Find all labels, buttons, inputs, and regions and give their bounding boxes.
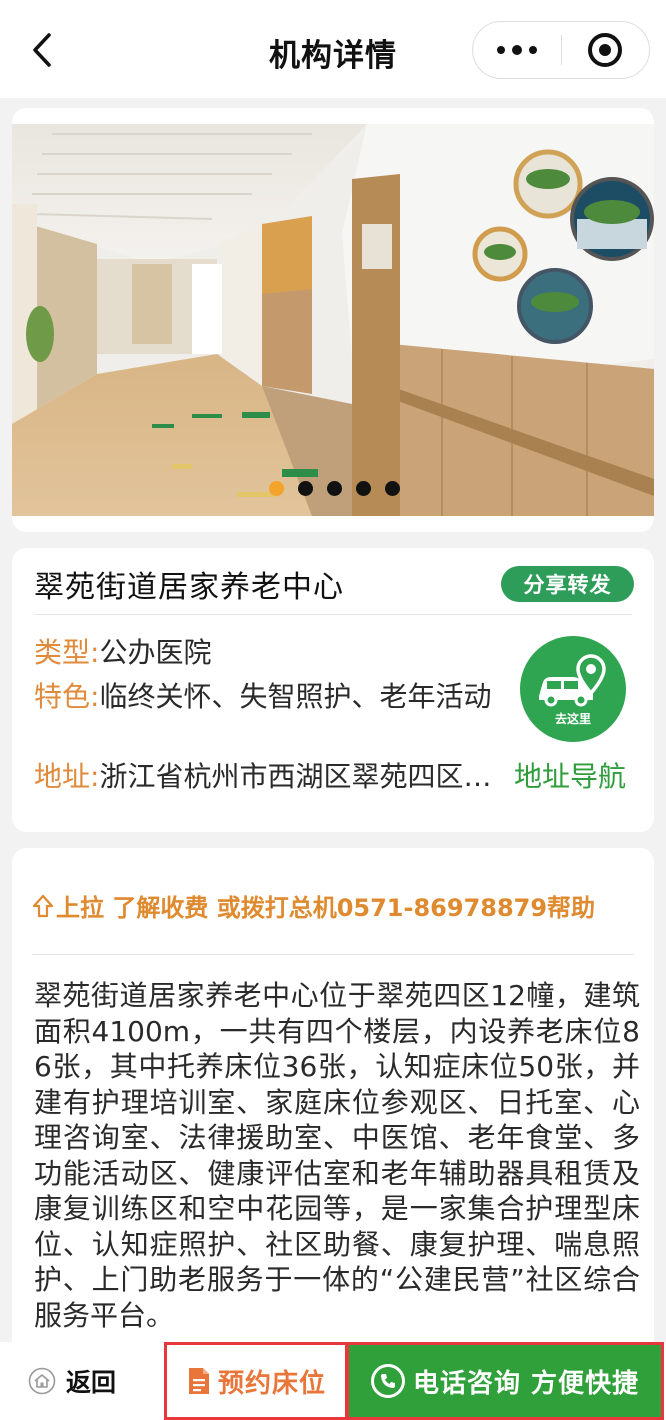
car-location-icon	[539, 653, 606, 706]
carousel-dot[interactable]	[384, 481, 400, 496]
phone-consult-button[interactable]: 电话咨询 方便快捷	[346, 1342, 664, 1420]
phone-icon	[370, 1364, 405, 1398]
go-here-label: 去这里	[554, 711, 591, 726]
address-label: 地址:	[34, 760, 100, 793]
type-label: 类型:	[34, 636, 100, 669]
share-button[interactable]: 分享转发	[501, 566, 634, 602]
reserve-bed-label: 预约床位	[217, 1368, 326, 1399]
institution-name: 翠苑街道居家养老中心	[34, 570, 344, 605]
feature-row: 特色:临终关怀、失智照护、老年活动	[34, 678, 514, 716]
type-value: 公办医院	[99, 636, 212, 669]
carousel-dot[interactable]	[326, 481, 342, 496]
arrow-up-icon	[32, 894, 54, 917]
corridor-photo[interactable]	[12, 124, 654, 516]
divider	[32, 954, 634, 955]
institution-info-card: 翠苑街道居家养老中心 分享转发 类型:公办医院 特色:临终关怀、失智照护、老年活…	[12, 548, 654, 832]
address-row: 地址:浙江省杭州市西湖区翠苑四区12幢	[34, 758, 504, 796]
close-target-icon[interactable]	[562, 21, 650, 79]
address-navigation-link[interactable]: 地址导航	[514, 758, 626, 796]
carousel-dot-active[interactable]	[268, 481, 284, 496]
back-button[interactable]: 返回	[28, 1342, 116, 1420]
description-card: 上拉 了解收费 或拨打总机0571-86978879帮助 翠苑街道居家养老中心位…	[12, 848, 654, 1368]
pull-up-hint-text: 上拉 了解收费 或拨打总机0571-86978879帮助	[56, 894, 596, 922]
pull-up-hint[interactable]: 上拉 了解收费 或拨打总机0571-86978879帮助	[32, 888, 595, 923]
phone-consult-label: 电话咨询 方便快捷	[412, 1368, 640, 1399]
go-here-button[interactable]: 去这里	[520, 636, 626, 742]
navigation-bar: 机构详情	[0, 0, 666, 98]
photo-carousel[interactable]	[12, 108, 654, 532]
carousel-indicator	[12, 481, 654, 497]
back-label: 返回	[66, 1368, 117, 1397]
feature-value: 临终关怀、失智照护、老年活动	[99, 680, 492, 713]
carousel-dot[interactable]	[355, 481, 371, 496]
divider	[34, 614, 632, 615]
type-row: 类型:公办医院	[34, 634, 211, 672]
mini-program-capsule	[472, 21, 650, 79]
carousel-dot[interactable]	[297, 481, 313, 496]
reserve-bed-button[interactable]: 预约床位	[164, 1342, 348, 1420]
feature-label: 特色:	[34, 680, 100, 713]
document-icon	[188, 1368, 209, 1394]
home-icon	[28, 1367, 56, 1395]
address-value: 浙江省杭州市西湖区翠苑四区12幢	[99, 760, 504, 793]
bottom-action-bar: 返回 预约床位 电话咨询 方便快捷	[0, 1342, 666, 1420]
more-options-icon[interactable]	[473, 21, 561, 79]
description-text: 翠苑街道居家养老中心位于翠苑四区12幢，建筑面积4100m，一共有四个楼层，内设…	[34, 979, 640, 1332]
